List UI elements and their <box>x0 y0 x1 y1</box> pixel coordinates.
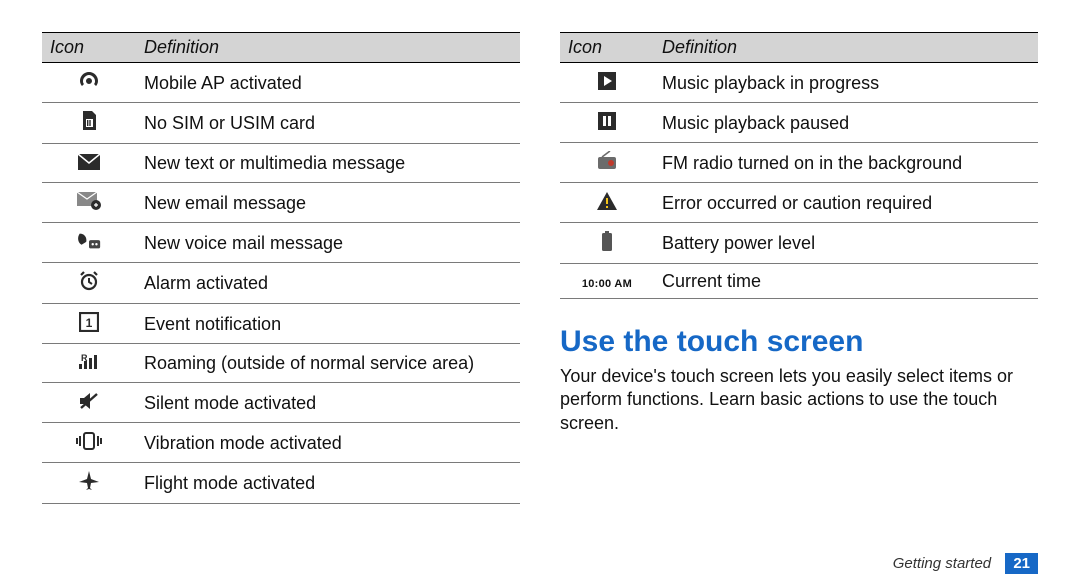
table-row: No SIM or USIM card <box>42 103 520 144</box>
roaming-icon: R <box>76 351 102 373</box>
table-header-definition: Definition <box>654 33 1038 63</box>
alarm-icon <box>76 270 102 292</box>
table-cell-definition: New text or multimedia message <box>136 144 520 183</box>
mobile-ap-icon <box>76 70 102 92</box>
table-row: Mobile AP activated <box>42 63 520 103</box>
table-cell-definition: Current time <box>654 264 1038 299</box>
table-row: Vibration mode activated <box>42 423 520 463</box>
left-icon-table: Icon Definition Mobile AP activated <box>42 32 520 504</box>
table-cell-definition: FM radio turned on in the background <box>654 143 1038 183</box>
table-cell-definition: Music playback paused <box>654 103 1038 143</box>
table-row: Battery power level <box>560 223 1038 264</box>
footer-section-name: Getting started <box>893 555 991 572</box>
page: Icon Definition Mobile AP activated <box>0 0 1080 586</box>
email-icon <box>76 190 102 212</box>
section-heading: Use the touch screen <box>560 325 1038 359</box>
table-row: Music playback paused <box>560 103 1038 143</box>
table-cell-definition: Roaming (outside of normal service area) <box>136 344 520 383</box>
table-row: Music playback in progress <box>560 63 1038 103</box>
flight-mode-icon <box>76 470 102 492</box>
table-cell-definition: New email message <box>136 183 520 223</box>
right-column: Icon Definition Music playback in progre… <box>560 32 1038 576</box>
svg-text:R: R <box>81 353 88 363</box>
silent-mode-icon <box>76 390 102 412</box>
footer-page-number: 21 <box>1005 553 1038 574</box>
right-icon-table: Icon Definition Music playback in progre… <box>560 32 1038 299</box>
table-cell-definition: Silent mode activated <box>136 383 520 423</box>
page-footer: Getting started 21 <box>893 555 1038 572</box>
left-column: Icon Definition Mobile AP activated <box>42 32 520 576</box>
warning-icon <box>594 190 620 212</box>
table-row: 10:00 AM Current time <box>560 264 1038 299</box>
svg-text:1: 1 <box>86 316 93 330</box>
event-notification-icon: 1 <box>76 311 102 333</box>
table-row: Silent mode activated <box>42 383 520 423</box>
current-time-icon: 10:00 AM <box>582 278 632 290</box>
table-row: Alarm activated <box>42 263 520 304</box>
table-cell-definition: Vibration mode activated <box>136 423 520 463</box>
table-cell-definition: Battery power level <box>654 223 1038 264</box>
battery-icon <box>594 230 620 252</box>
table-row: 1 Event notification <box>42 304 520 344</box>
vibration-icon <box>76 430 102 452</box>
voicemail-icon <box>76 230 102 252</box>
table-cell-definition: Flight mode activated <box>136 463 520 504</box>
table-cell-definition: Error occurred or caution required <box>654 183 1038 223</box>
table-row: R Roaming (outside of normal service are… <box>42 344 520 383</box>
table-row: Error occurred or caution required <box>560 183 1038 223</box>
no-sim-icon <box>76 110 102 132</box>
table-cell-definition: Alarm activated <box>136 263 520 304</box>
table-row: Flight mode activated <box>42 463 520 504</box>
table-row: FM radio turned on in the background <box>560 143 1038 183</box>
table-cell-definition: Mobile AP activated <box>136 63 520 103</box>
table-cell-definition: Music playback in progress <box>654 63 1038 103</box>
table-cell-definition: No SIM or USIM card <box>136 103 520 144</box>
table-row: New text or multimedia message <box>42 144 520 183</box>
music-pause-icon <box>594 110 620 132</box>
table-header-definition: Definition <box>136 33 520 63</box>
table-cell-definition: Event notification <box>136 304 520 344</box>
table-row: New voice mail message <box>42 223 520 263</box>
body-text: Your device's touch screen lets you easi… <box>560 365 1038 435</box>
table-header-icon: Icon <box>560 33 654 63</box>
music-play-icon <box>594 70 620 92</box>
table-header-icon: Icon <box>42 33 136 63</box>
fm-radio-icon <box>594 150 620 172</box>
message-icon <box>76 151 102 173</box>
table-row: New email message <box>42 183 520 223</box>
table-cell-definition: New voice mail message <box>136 223 520 263</box>
